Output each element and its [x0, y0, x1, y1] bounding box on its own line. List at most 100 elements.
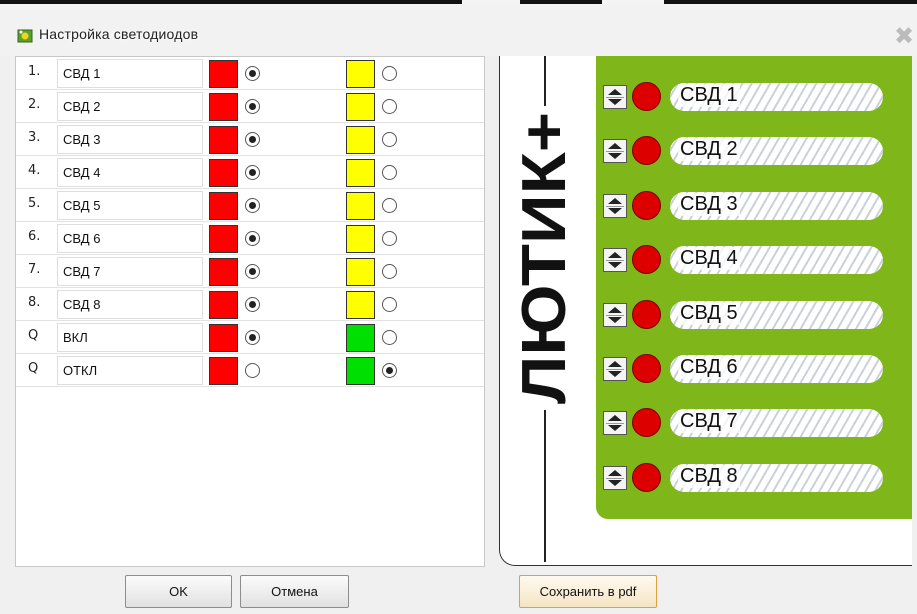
card-divider [544, 410, 546, 562]
led-name-field[interactable]: СВД 1 [57, 59, 203, 88]
led-label: СВД 3 [678, 193, 740, 216]
led-setting-row: 8. СВД 8 [16, 288, 484, 321]
radio-secondary[interactable] [382, 165, 397, 180]
led-preview-row: СВД 8 [603, 462, 893, 494]
led-name-field[interactable]: СВД 3 [57, 125, 203, 154]
save-pdf-button[interactable]: Сохранить в pdf [519, 575, 657, 608]
led-indicator-icon [632, 191, 661, 220]
led-name: СВД 4 [63, 165, 101, 180]
color-swatch-secondary[interactable] [346, 60, 375, 88]
radio-primary[interactable] [245, 165, 260, 180]
led-name-field[interactable]: СВД 2 [57, 92, 203, 121]
spinner-icon[interactable] [603, 411, 627, 435]
close-icon[interactable]: ✖ [894, 24, 914, 48]
led-name-field[interactable]: СВД 4 [57, 158, 203, 187]
led-name: СВД 1 [63, 66, 101, 81]
spinner-icon[interactable] [603, 194, 627, 218]
led-name-field[interactable]: ВКЛ [57, 323, 203, 352]
led-label: СВД 2 [678, 138, 740, 161]
radio-secondary[interactable] [382, 363, 397, 378]
spinner-icon[interactable] [603, 248, 627, 272]
radio-secondary[interactable] [382, 66, 397, 81]
row-number: 4. [28, 163, 41, 178]
radio-primary[interactable] [245, 264, 260, 279]
radio-secondary[interactable] [382, 231, 397, 246]
radio-primary[interactable] [245, 198, 260, 213]
radio-primary[interactable] [245, 363, 260, 378]
radio-secondary[interactable] [382, 132, 397, 147]
color-swatch-secondary[interactable] [346, 93, 375, 121]
color-swatch-secondary[interactable] [346, 192, 375, 220]
radio-primary[interactable] [245, 231, 260, 246]
color-swatch-primary[interactable] [209, 225, 238, 253]
led-setting-row: 7. СВД 7 [16, 255, 484, 288]
led-setting-row: 1. СВД 1 [16, 57, 484, 90]
cancel-button[interactable]: Отмена [240, 575, 349, 608]
color-swatch-secondary[interactable] [346, 225, 375, 253]
led-label: СВД 5 [678, 302, 740, 325]
color-swatch-primary[interactable] [209, 126, 238, 154]
led-indicator-icon [632, 245, 661, 274]
ok-button[interactable]: OK [125, 575, 232, 608]
led-name-field[interactable]: СВД 8 [57, 290, 203, 319]
spinner-icon[interactable] [603, 139, 627, 163]
row-number: Q [28, 361, 39, 376]
led-setting-row: 6. СВД 6 [16, 222, 484, 255]
color-swatch-secondary[interactable] [346, 291, 375, 319]
led-name-field[interactable]: ОТКЛ [57, 356, 203, 385]
led-label-pill: СВД 4 [670, 246, 883, 274]
led-label-pill: СВД 2 [670, 137, 883, 165]
led-setting-row: Q ВКЛ [16, 321, 484, 354]
spinner-icon[interactable] [603, 303, 627, 327]
app-icon [17, 29, 33, 43]
led-indicator-icon [632, 463, 661, 492]
row-number: 6. [28, 229, 41, 244]
spinner-icon[interactable] [603, 85, 627, 109]
card-divider [544, 56, 546, 106]
led-label-pill: СВД 7 [670, 409, 883, 437]
radio-secondary[interactable] [382, 297, 397, 312]
led-name-field[interactable]: СВД 6 [57, 224, 203, 253]
led-label: СВД 8 [678, 465, 740, 488]
color-swatch-secondary[interactable] [346, 324, 375, 352]
led-preview-panel [596, 56, 917, 519]
row-number: 1. [28, 64, 41, 79]
row-number: 5. [28, 196, 41, 211]
led-name: ОТКЛ [63, 363, 98, 378]
radio-primary[interactable] [245, 297, 260, 312]
radio-primary[interactable] [245, 99, 260, 114]
color-swatch-primary[interactable] [209, 291, 238, 319]
color-swatch-secondary[interactable] [346, 126, 375, 154]
led-label-pill: СВД 1 [670, 83, 883, 111]
color-swatch-primary[interactable] [209, 357, 238, 385]
color-swatch-primary[interactable] [209, 93, 238, 121]
led-name-field[interactable]: СВД 5 [57, 191, 203, 220]
radio-secondary[interactable] [382, 198, 397, 213]
led-name: СВД 2 [63, 99, 101, 114]
led-indicator-icon [632, 354, 661, 383]
color-swatch-secondary[interactable] [346, 357, 375, 385]
color-swatch-primary[interactable] [209, 60, 238, 88]
led-label: СВД 4 [678, 247, 740, 270]
color-swatch-secondary[interactable] [346, 159, 375, 187]
color-swatch-primary[interactable] [209, 324, 238, 352]
color-swatch-primary[interactable] [209, 258, 238, 286]
color-swatch-primary[interactable] [209, 159, 238, 187]
radio-primary[interactable] [245, 66, 260, 81]
radio-secondary[interactable] [382, 330, 397, 345]
spinner-icon[interactable] [603, 466, 627, 490]
led-indicator-icon [632, 300, 661, 329]
led-preview-row: СВД 4 [603, 244, 893, 276]
svg-text:ЛЮТИК+: ЛЮТИК+ [510, 112, 579, 404]
color-swatch-primary[interactable] [209, 192, 238, 220]
led-setting-row: 4. СВД 4 [16, 156, 484, 189]
radio-primary[interactable] [245, 330, 260, 345]
spinner-icon[interactable] [603, 357, 627, 381]
color-swatch-secondary[interactable] [346, 258, 375, 286]
radio-secondary[interactable] [382, 99, 397, 114]
led-label: СВД 6 [678, 356, 740, 379]
radio-secondary[interactable] [382, 264, 397, 279]
radio-primary[interactable] [245, 132, 260, 147]
led-name-field[interactable]: СВД 7 [57, 257, 203, 286]
led-settings-list: 1. СВД 1 2. СВД 2 3. СВД 3 4. СВД 4 5. СВД 5 6. СВД… [15, 56, 485, 567]
